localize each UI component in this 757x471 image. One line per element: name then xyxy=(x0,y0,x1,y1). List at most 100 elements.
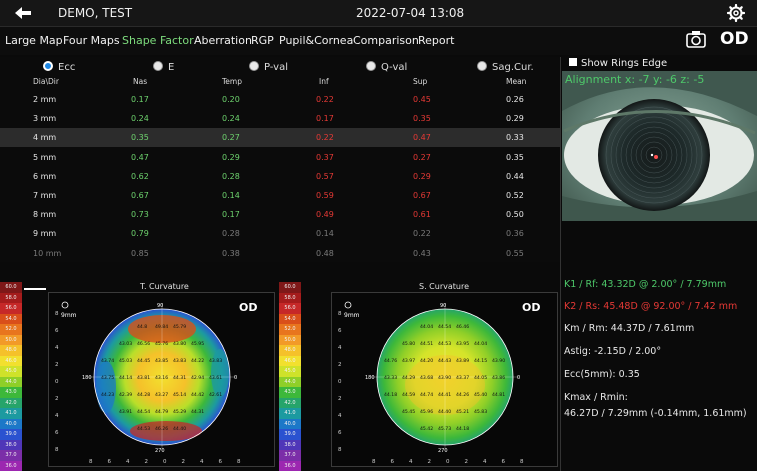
table-cell: 0.17 xyxy=(222,210,240,220)
table-row[interactable]: 7 mm 0.67 0.14 0.59 0.67 0.52 xyxy=(0,186,560,205)
column-header: Mean xyxy=(506,77,527,86)
menu-shape-factor[interactable]: Shape Factor xyxy=(122,34,194,47)
scale-step: 39.0 xyxy=(279,429,301,440)
table-cell: 0.27 xyxy=(222,133,240,143)
table-row[interactable]: 4 mm 0.35 0.27 0.22 0.47 0.33 xyxy=(0,128,560,148)
axis-tick: 4 xyxy=(200,459,204,465)
table-row[interactable]: 2 mm 0.17 0.20 0.22 0.45 0.26 xyxy=(0,90,560,109)
axis-tick: 8 xyxy=(55,447,59,453)
map-value: 42.39 xyxy=(119,392,132,398)
degree-label: 0 xyxy=(234,375,237,381)
tangential-map[interactable]: 90 180 0 270 8 6 4 2 0 2 4 6 8 8 6 4 2 0 2 4 6 8 9mm OD 44.8 49.8… xyxy=(48,292,275,467)
map-value: 44.31 xyxy=(191,409,204,415)
scale-step: 39.0 xyxy=(0,429,22,440)
gear-icon[interactable] xyxy=(727,4,745,22)
map-value: 45.14 xyxy=(173,392,186,398)
keratometry-panel: Show Rings Edge Alignment x: -7 y: -6 z:… xyxy=(561,57,757,471)
table-cell: 0.67 xyxy=(413,191,431,200)
menu-rgp[interactable]: RGP xyxy=(251,34,274,47)
radio-e[interactable]: E xyxy=(153,61,174,73)
map-value: 44.54 xyxy=(438,324,451,330)
axis-tick: 6 xyxy=(338,328,342,334)
axis-tick: 0 xyxy=(163,459,167,465)
radio-sag-cur[interactable]: Sag.Cur. xyxy=(477,61,534,73)
map-title: S. Curvature xyxy=(419,282,469,291)
scale-step: 38.0 xyxy=(0,439,22,450)
color-scale: 60.0 58.0 56.0 54.0 52.0 50.0 48.0 46.0 45.0 44.0… xyxy=(0,282,22,471)
table-row[interactable]: 10 mm 0.85 0.38 0.48 0.43 0.55 xyxy=(0,244,560,263)
map-value: 44.18 xyxy=(384,392,397,398)
axis-tick: 4 xyxy=(483,459,487,465)
table-row[interactable]: 6 mm 0.62 0.28 0.57 0.29 0.44 xyxy=(0,167,560,186)
map-value: 43.91 xyxy=(119,409,132,415)
sagittal-map[interactable]: 90 180 0 270 8 6 4 2 0 2 4 6 8 8 6 4 2 0 2 4 6 8 9mm OD 44.04 44.… xyxy=(331,292,558,467)
table-row[interactable]: 9 mm 0.79 0.28 0.14 0.22 0.36 xyxy=(0,224,560,243)
column-header: Dia\Dir xyxy=(33,77,59,86)
menu-large-map[interactable]: Large Map xyxy=(5,34,63,47)
table-cell: 0.57 xyxy=(316,171,334,181)
radio-p-val[interactable]: P-val xyxy=(249,61,288,73)
map-value: 42.94 xyxy=(191,375,204,381)
table-cell: 0.14 xyxy=(316,229,334,239)
axis-tick: 8 xyxy=(89,459,93,465)
map-value: 46.56 xyxy=(137,341,150,347)
menu-pupil-cornea[interactable]: Pupil&Cornea xyxy=(279,34,353,47)
radio-ecc[interactable]: Ecc xyxy=(43,61,75,73)
table-cell: 0.22 xyxy=(413,229,431,239)
table-cell: 0.28 xyxy=(222,229,240,239)
radio-dot-icon xyxy=(249,61,259,71)
axis-tick: 0 xyxy=(446,459,450,465)
table-cell: 0.55 xyxy=(506,248,524,258)
table-cell: 0.22 xyxy=(316,133,334,143)
menu-four-maps[interactable]: Four Maps xyxy=(63,34,120,47)
map-value: 45.79 xyxy=(173,324,186,330)
row-diameter: 9 mm xyxy=(33,229,57,239)
scale-step: 50.0 xyxy=(0,334,22,345)
menu-comparison[interactable]: Comparison xyxy=(353,34,419,47)
table-row[interactable]: 5 mm 0.47 0.29 0.37 0.27 0.35 xyxy=(0,148,560,167)
map-value: 43.74 xyxy=(101,358,114,364)
show-rings-checkbox[interactable]: Show Rings Edge xyxy=(569,58,667,69)
map-value: 44.23 xyxy=(101,392,114,398)
kmax-value: 46.27D / 7.29mm (-0.14mm, 1.61mm) xyxy=(564,408,747,419)
axis-tick: 4 xyxy=(338,413,342,419)
camera-icon[interactable] xyxy=(686,30,706,48)
scale-step: 43.0 xyxy=(0,387,22,398)
map-value: 43.83 xyxy=(209,358,222,364)
table-cell: 0.24 xyxy=(131,114,149,124)
map-value: 44.22 xyxy=(191,358,204,364)
map-value: 44.15 xyxy=(474,358,487,364)
table-cell: 0.26 xyxy=(506,95,524,104)
degree-label: 270 xyxy=(155,448,165,454)
axis-tick: 4 xyxy=(55,345,59,351)
tangential-curvature-panel: 60.0 58.0 56.0 54.0 52.0 50.0 48.0 46.0 45.0 44.0… xyxy=(0,282,279,471)
map-value: 44.43 xyxy=(438,358,451,364)
map-value: 44.20 xyxy=(420,358,433,364)
map-value: 44.53 xyxy=(438,341,451,347)
map-value: 43.37 xyxy=(456,375,469,381)
table-row[interactable]: 8 mm 0.73 0.17 0.49 0.61 0.50 xyxy=(0,205,560,224)
scale-step: 43.0 xyxy=(279,387,301,398)
top-bar: DEMO, TEST 2022-07-04 13:08 xyxy=(0,0,757,27)
table-cell: 0.47 xyxy=(413,133,431,143)
radio-label: Sag.Cur. xyxy=(492,62,534,73)
back-arrow-icon[interactable] xyxy=(12,5,34,21)
astig-readout: Astig: -2.15D / 2.00° xyxy=(564,346,662,357)
menu-aberration[interactable]: Aberration xyxy=(194,34,252,47)
axis-tick: 6 xyxy=(338,430,342,436)
axis-tick: 6 xyxy=(391,459,395,465)
map-value: 43.85 xyxy=(155,358,168,364)
scale-step: 48.0 xyxy=(279,345,301,356)
table-cell: 0.17 xyxy=(131,95,149,104)
pupil-size-label: 9mm xyxy=(61,312,77,319)
menu-report[interactable]: Report xyxy=(418,34,454,47)
radio-label: E xyxy=(168,62,175,73)
axis-tick: 0 xyxy=(55,379,59,385)
column-header: Inf xyxy=(319,77,329,86)
table-row[interactable]: 3 mm 0.24 0.24 0.17 0.35 0.29 xyxy=(0,109,560,128)
map-value: 43.80 xyxy=(173,341,186,347)
k2-readout: K2 / Rs: 45.48D @ 92.00° / 7.42 mm xyxy=(564,301,738,312)
scale-step: 42.0 xyxy=(279,397,301,408)
radio-q-val[interactable]: Q-val xyxy=(366,61,407,73)
ecc-readout: Ecc(5mm): 0.35 xyxy=(564,369,640,380)
